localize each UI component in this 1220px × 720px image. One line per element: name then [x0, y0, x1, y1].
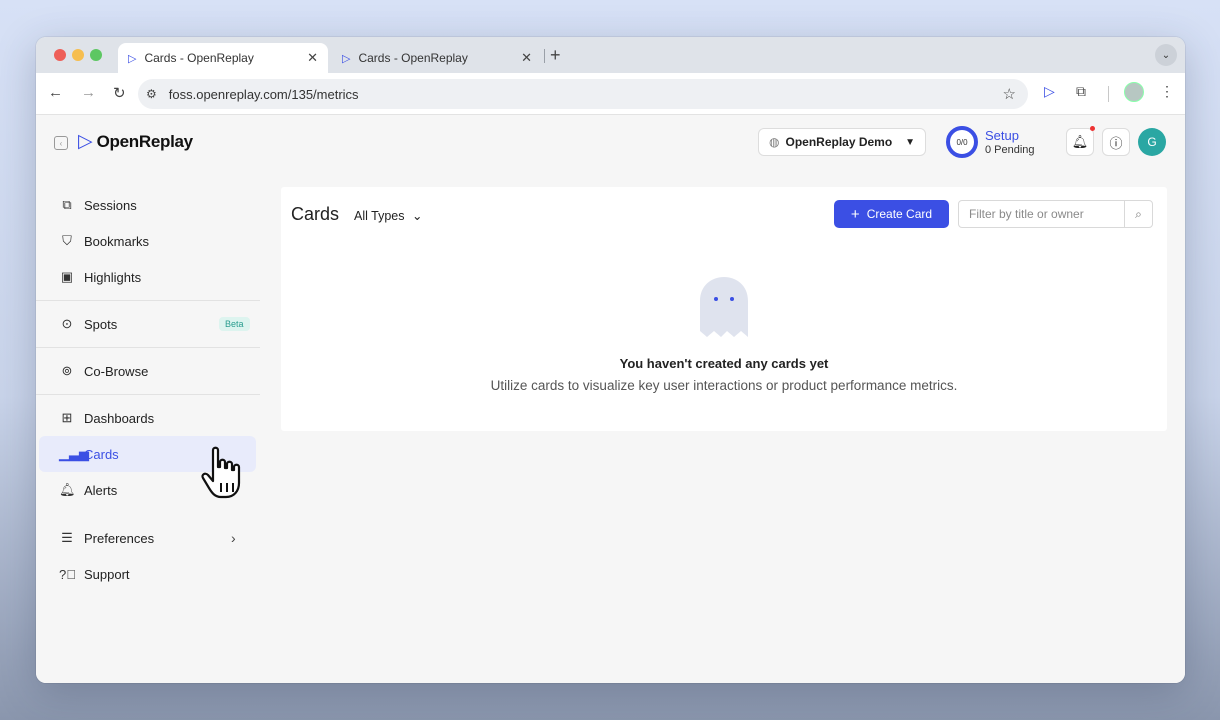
tab-search-chevron-icon[interactable]: ⌄ — [1155, 44, 1177, 66]
sidebar-item-preferences[interactable]: ☰ Preferences › — [39, 520, 256, 556]
collapse-sidebar-icon[interactable]: ‹ — [54, 136, 68, 150]
minimize-window-button[interactable] — [72, 49, 84, 61]
page-title: Cards — [291, 204, 340, 224]
beta-badge: Beta — [219, 317, 250, 331]
sidebar-divider — [36, 300, 260, 301]
address-bar[interactable]: ⚙ foss.openreplay.com/135/metrics ☆ — [138, 79, 1028, 109]
new-tab-button[interactable]: + — [550, 45, 561, 66]
tab-close-icon[interactable]: ✕ — [521, 50, 532, 66]
sliders-icon: ☰ — [61, 530, 73, 545]
type-filter-dropdown[interactable]: All Types ⌄ — [354, 208, 422, 223]
empty-state-title: You haven't created any cards yet — [619, 356, 829, 371]
plus-icon: + — [850, 205, 860, 223]
sidebar-item-co-browse[interactable]: ⊚ Co-Browse — [39, 353, 256, 389]
tab-title: Cards - OpenReplay — [358, 51, 468, 65]
search-input[interactable] — [959, 201, 1124, 227]
logo-text: OpenReplay — [96, 131, 194, 151]
extensions-puzzle-icon[interactable]: ⧉ — [1076, 83, 1086, 100]
tab-close-icon[interactable]: ✕ — [307, 50, 318, 66]
hand-pointer-cursor-icon — [201, 446, 241, 499]
sidebar-item-label: Preferences — [84, 530, 155, 546]
browser-menu-icon[interactable]: ⋮ — [1160, 83, 1174, 100]
play-square-icon: ⧉ — [62, 197, 72, 212]
bookmark-icon: ⛉ — [62, 233, 72, 248]
search-icon[interactable]: ⌕ — [1124, 201, 1152, 227]
type-filter-label: All Types — [354, 209, 405, 223]
sidebar-item-label: Dashboards — [84, 410, 155, 426]
tab-divider — [544, 49, 545, 63]
cards-search: ⌕ — [958, 200, 1153, 228]
sidebar-item-label: Highlights — [84, 269, 142, 285]
sidebar-item-sessions[interactable]: ⧉ Sessions — [39, 187, 256, 223]
sidebar-item-label: Bookmarks — [84, 233, 150, 249]
sidebar-item-label: Cards — [84, 446, 119, 462]
sidebar-item-label: Sessions — [84, 197, 137, 213]
openreplay-logo[interactable]: ▷ OpenReplay — [78, 130, 193, 153]
alert-info-button[interactable]: ⓘ — [1102, 128, 1130, 156]
reload-icon[interactable]: ↻ — [113, 84, 126, 102]
forward-arrow-icon[interactable]: → — [81, 84, 96, 101]
app-area: ‹ ▷ OpenReplay ◍ OpenReplay Demo ▼ 0/0 S… — [36, 115, 1185, 683]
back-arrow-icon[interactable]: ← — [48, 84, 63, 101]
close-window-button[interactable] — [54, 49, 66, 61]
openreplay-logo-icon: ▷ — [78, 131, 93, 152]
help-circle-icon: ?⃝ — [59, 566, 76, 582]
user-avatar[interactable]: G — [1138, 128, 1166, 156]
bell-icon: 🔔︎ — [59, 482, 76, 497]
caret-down-icon: ▼ — [905, 136, 915, 148]
sidebar-item-label: Spots — [84, 316, 118, 332]
sidebar-item-spots[interactable]: ⊙ Spots Beta — [39, 306, 256, 342]
notifications-button[interactable]: 🔔︎ — [1066, 126, 1095, 156]
alert-circle-icon: ⓘ — [1109, 135, 1123, 151]
sidebar-divider — [36, 394, 260, 395]
create-card-label: Create Card — [866, 207, 933, 221]
notification-dot — [1090, 126, 1095, 131]
url-text[interactable]: foss.openreplay.com/135/metrics — [169, 87, 1003, 102]
openreplay-tab-icon: ▷ — [342, 52, 351, 65]
browser-toolbar: ← → ↻ ⚙ foss.openreplay.com/135/metrics … — [36, 73, 1185, 115]
spot-icon: ⊙ — [61, 316, 73, 331]
bar-chart-icon: ▁▃▅ — [59, 446, 89, 461]
sidebar-item-label: Co-Browse — [84, 363, 149, 379]
openreplay-extension-icon[interactable]: ▷ — [1044, 83, 1055, 100]
site-settings-icon[interactable]: ⚙ — [146, 87, 157, 101]
sidebar-item-dashboards[interactable]: ⊞ Dashboards — [39, 400, 256, 436]
sidebar: ⧉ Sessions ⛉ Bookmarks ▣ Highlights ⊙ Sp… — [36, 187, 260, 592]
openreplay-tab-icon: ▷ — [128, 52, 137, 65]
sidebar-item-highlights[interactable]: ▣ Highlights — [39, 259, 256, 295]
maximize-window-button[interactable] — [90, 49, 102, 61]
sidebar-divider — [36, 347, 260, 348]
browser-window: ▷ Cards - OpenReplay ✕ ▷ Cards - OpenRep… — [36, 37, 1185, 683]
project-selector[interactable]: ◍ OpenReplay Demo ▼ — [758, 128, 926, 156]
highlight-icon: ▣ — [60, 269, 74, 284]
setup-title: Setup — [985, 128, 1019, 143]
globe-icon: ◍ — [769, 135, 780, 149]
broadcast-icon: ⊚ — [61, 363, 73, 378]
ghost-empty-icon — [700, 277, 748, 337]
browser-tab[interactable]: ▷ Cards - OpenReplay ✕ — [332, 43, 542, 73]
bookmark-star-icon[interactable]: ☆ — [1003, 85, 1016, 103]
setup-progress-ring: 0/0 — [946, 126, 978, 158]
project-name: OpenReplay Demo — [785, 135, 893, 149]
toolbar-divider — [1108, 86, 1109, 102]
sidebar-item-bookmarks[interactable]: ⛉ Bookmarks — [39, 223, 256, 259]
browser-profile-avatar[interactable] — [1124, 82, 1144, 102]
sidebar-item-support[interactable]: ?⃝ Support — [39, 556, 256, 592]
grid-icon: ⊞ — [61, 410, 73, 425]
bell-icon: 🔔︎ — [1071, 134, 1089, 149]
empty-state-subtitle: Utilize cards to visualize key user inte… — [490, 378, 958, 393]
chevron-right-icon: › — [231, 530, 236, 546]
setup-pending-count: 0 Pending — [985, 144, 1035, 156]
chevron-down-icon: ⌄ — [411, 209, 423, 223]
setup-progress[interactable]: 0/0 Setup 0 Pending — [946, 126, 1035, 158]
cards-panel: Cards All Types ⌄ + Create Card ⌕ You ha… — [281, 187, 1167, 431]
create-card-button[interactable]: + Create Card — [834, 200, 949, 228]
sidebar-item-label: Support — [84, 566, 130, 582]
sidebar-item-label: Alerts — [84, 482, 118, 498]
browser-tab-active[interactable]: ▷ Cards - OpenReplay ✕ — [118, 43, 328, 73]
tab-title: Cards - OpenReplay — [144, 51, 254, 65]
tab-strip: ▷ Cards - OpenReplay ✕ ▷ Cards - OpenRep… — [36, 37, 1185, 73]
